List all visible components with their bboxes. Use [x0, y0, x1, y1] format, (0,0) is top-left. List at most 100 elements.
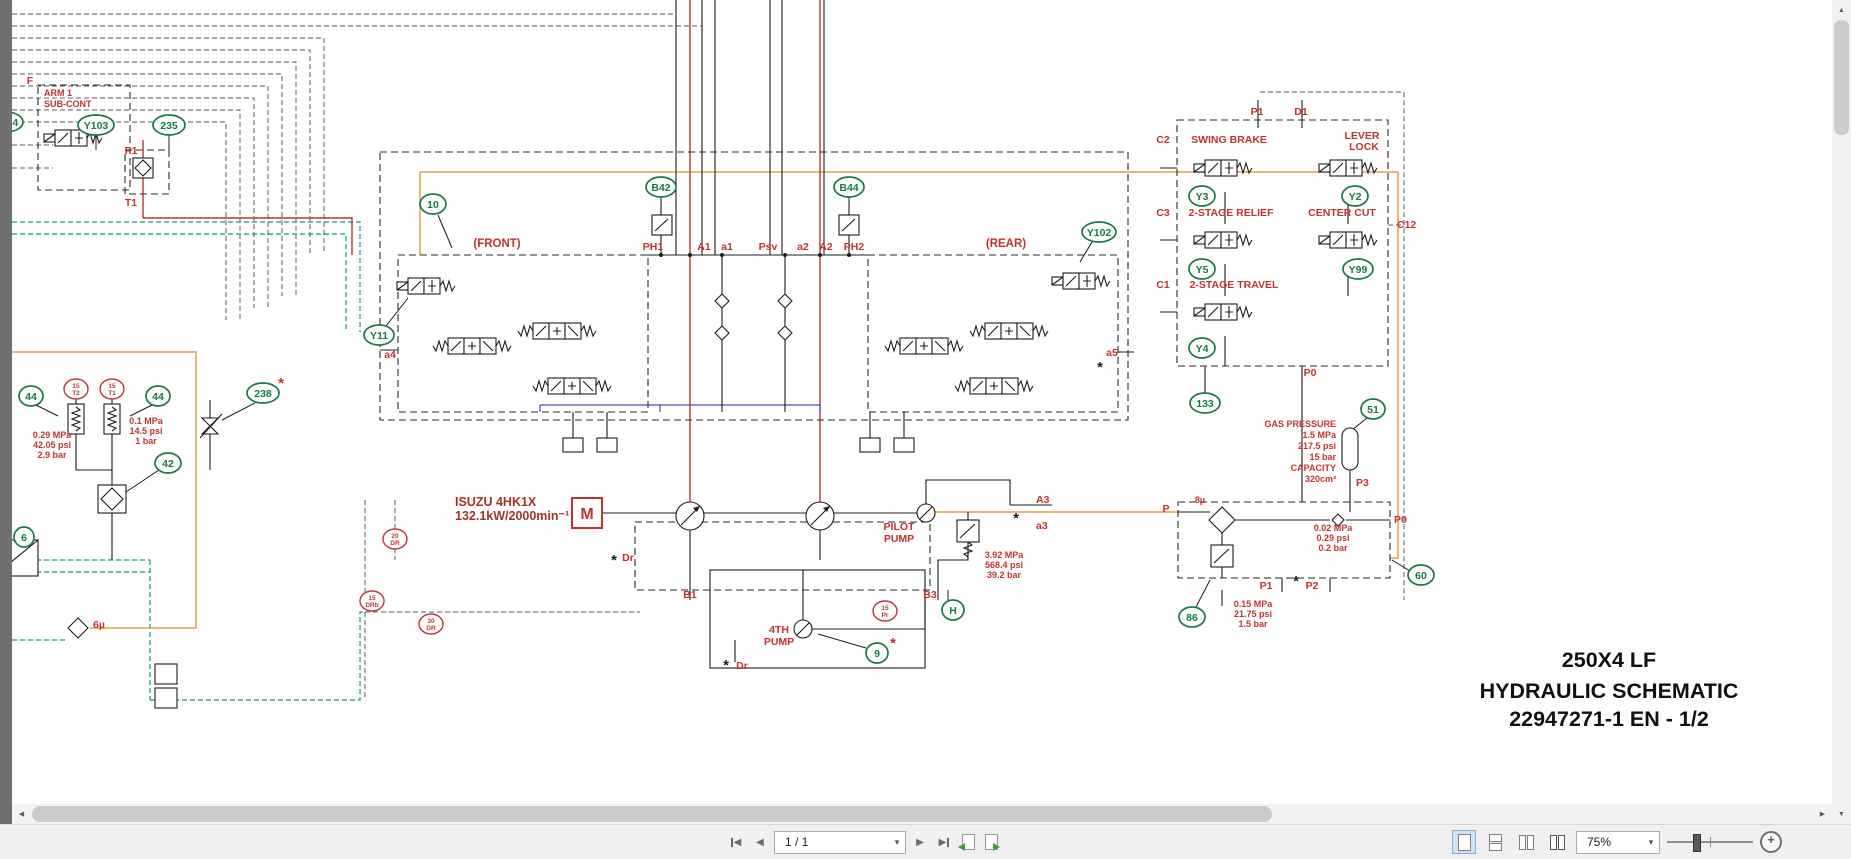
p86-pressure-3: 1.5 bar	[1238, 619, 1268, 629]
svg-text:10: 10	[427, 199, 439, 211]
oval-t1: 15T1	[99, 378, 125, 400]
badge-y104: Y104	[12, 111, 24, 133]
scroll-down-button[interactable]: ▼	[1832, 804, 1851, 824]
gas-label-4: 15 bar	[1309, 452, 1336, 462]
oval-drb: 15DRb	[359, 590, 385, 612]
page-dropdown-icon[interactable]: ▾	[889, 837, 905, 848]
zoom-slider-tick	[1710, 837, 1711, 847]
scroll-left-icon: ◀	[18, 811, 25, 818]
badge-60: 60	[1407, 564, 1435, 586]
single-page-view-button[interactable]	[1452, 830, 1476, 854]
scroll-left-button[interactable]: ◀	[12, 804, 31, 824]
badge-b44: B44	[833, 176, 865, 198]
port-c12: C12	[1397, 219, 1416, 231]
motor-letter: M	[580, 506, 593, 523]
svg-text:Y11: Y11	[370, 330, 388, 342]
first-page-bar-icon	[730, 837, 733, 847]
port-c1: C1	[1156, 279, 1170, 291]
two-pages-icon	[1518, 834, 1534, 850]
pressure-a-2: 42.05 psi	[33, 440, 71, 450]
oval-dr30: 30DR	[418, 613, 444, 635]
svg-text:60: 60	[1415, 570, 1427, 582]
p86-pressure-2: 21.75 psi	[1234, 609, 1272, 619]
port-a2-lower: a2	[797, 241, 809, 253]
arm1-label-2: SUB-CONT	[44, 99, 92, 109]
zoom-dropdown-icon[interactable]: ▾	[1643, 837, 1659, 848]
front-label: (FRONT)	[473, 238, 520, 250]
port-ph1: PH1	[643, 241, 664, 253]
scroll-right-button[interactable]: ▶	[1813, 804, 1832, 824]
last-page-button[interactable]: ▶	[934, 830, 954, 854]
next-view-button[interactable]	[981, 832, 1000, 852]
svg-text:Y2: Y2	[1349, 191, 1362, 203]
scroll-up-icon: ▲	[1838, 6, 1845, 14]
book-view-button[interactable]	[1545, 830, 1569, 854]
engine-power: 132.1kW/2000min⁻¹	[455, 509, 569, 523]
port-p1-solenoid: P1	[1251, 106, 1264, 118]
svg-text:Y99: Y99	[1349, 264, 1368, 276]
last-page-bar-icon	[947, 837, 950, 847]
view-zoom-group: 75% ▾ +	[1452, 830, 1782, 854]
title-line-3: 22947271-1 EN - 1/2	[1509, 707, 1709, 731]
svg-text:Y3: Y3	[1196, 191, 1209, 203]
p86-pressure-1: 0.15 MPa	[1234, 599, 1274, 609]
vertical-scroll-thumb[interactable]	[1834, 20, 1849, 135]
horizontal-scroll-thumb[interactable]	[32, 806, 1272, 822]
single-page-icon	[1457, 833, 1471, 851]
badge-y102: Y102	[1081, 221, 1117, 243]
svg-text:15: 15	[72, 383, 80, 390]
title-line-1: 250X4 LF	[1562, 648, 1656, 672]
svg-text:B44: B44	[839, 182, 858, 194]
zoom-in-button[interactable]: +	[1760, 831, 1782, 853]
page-navigation-group: ◀ ◀ 1 / 1 ▾ ▶ ▶	[726, 830, 1000, 854]
zoom-value: 75%	[1587, 835, 1612, 849]
port-c2: C2	[1156, 134, 1170, 146]
svg-text:30: 30	[427, 618, 435, 625]
oval-t2: 15T2	[63, 378, 89, 400]
port-d1: D1	[1294, 106, 1308, 118]
center-cut-label: CENTER CUT	[1308, 207, 1376, 219]
vertical-scrollbar[interactable]: ▲ ▼	[1832, 0, 1851, 824]
svg-text:H: H	[949, 605, 957, 617]
port-p3: P3	[1356, 477, 1369, 489]
port-ph2: PH2	[844, 241, 865, 253]
badge-b42: B42	[645, 176, 677, 198]
port-dr-left: Dr	[622, 552, 634, 564]
svg-text:15: 15	[881, 605, 889, 612]
scroll-up-button[interactable]: ▲	[1832, 0, 1851, 20]
first-page-button[interactable]: ◀	[726, 830, 746, 854]
zoom-slider[interactable]	[1667, 830, 1753, 854]
lever-lock-label-2: LOCK	[1349, 141, 1379, 153]
port-a5: a5	[1106, 347, 1118, 359]
viewer-toolbar: ◀ ◀ 1 / 1 ▾ ▶ ▶ 75% ▾ +	[0, 824, 1851, 859]
badge-y103: Y103	[77, 114, 115, 136]
port-a1-lower: a1	[721, 241, 733, 253]
p0-pressure-1: 0.02 MPa	[1314, 523, 1354, 533]
continuous-view-button[interactable]	[1483, 830, 1507, 854]
svg-text:Pr: Pr	[882, 612, 889, 619]
horizontal-scrollbar[interactable]: ◀ ▶	[12, 804, 1832, 824]
previous-view-button[interactable]	[958, 832, 977, 852]
zoom-combobox[interactable]: 75% ▾	[1576, 830, 1660, 854]
gas-label-2: 1.5 MPa	[1302, 430, 1337, 440]
first-page-icon: ◀	[733, 836, 742, 848]
previous-page-button[interactable]: ◀	[750, 830, 770, 854]
previous-view-arrow-icon	[958, 843, 965, 851]
filter-6u-label: 6µ	[93, 619, 105, 631]
oval-pr: 15Pr	[872, 600, 898, 622]
port-a3-upper: A3	[1036, 494, 1050, 506]
relief-pressure-2: 568.4 psi	[985, 560, 1023, 570]
page-number-combobox[interactable]: 1 / 1 ▾	[774, 830, 906, 854]
scroll-right-icon: ▶	[1819, 811, 1826, 818]
next-page-button[interactable]: ▶	[910, 830, 930, 854]
svg-text:Y102: Y102	[1087, 227, 1112, 239]
badge-y2: Y2	[1341, 185, 1369, 207]
gas-label-5: CAPACITY	[1291, 463, 1336, 473]
port-f: F	[27, 75, 34, 87]
svg-text:42: 42	[162, 458, 174, 470]
oval-dr20: 20DR	[382, 528, 408, 550]
svg-text:44: 44	[152, 391, 164, 403]
badge-86: 86	[1178, 606, 1206, 628]
two-page-view-button[interactable]	[1514, 830, 1538, 854]
zoom-slider-thumb[interactable]	[1693, 834, 1701, 852]
